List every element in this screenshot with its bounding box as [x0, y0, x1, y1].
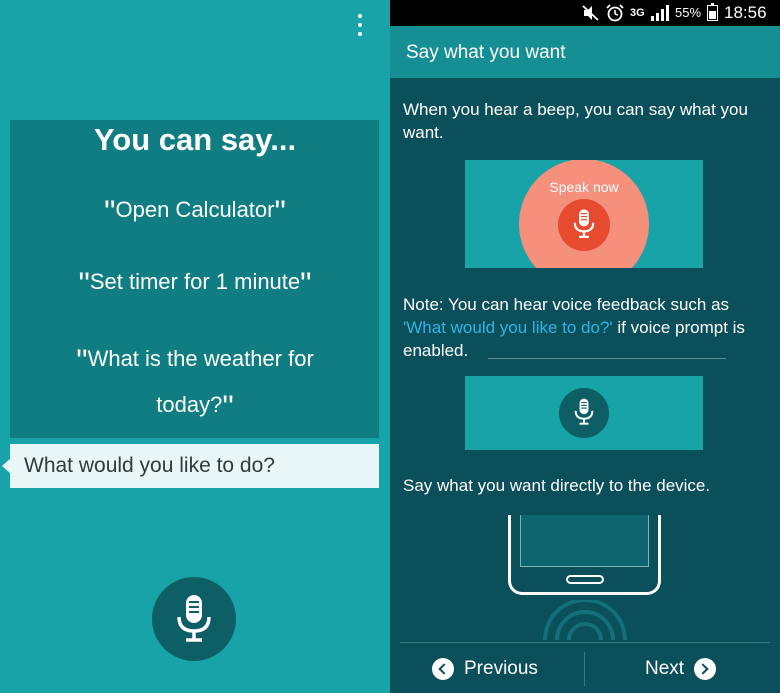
active-microphone	[558, 199, 610, 251]
previous-button[interactable]: Previous	[432, 654, 538, 684]
more-vert-icon[interactable]	[354, 14, 366, 40]
sound-waves-icon	[543, 600, 627, 640]
close-quote-icon: "	[222, 389, 234, 426]
direct-speech-text: Say what you want directly to the device…	[403, 476, 711, 495]
idle-microphone	[559, 388, 609, 438]
battery-percentage: 55%	[675, 5, 702, 20]
example-command: "What is the weather for today?"	[0, 338, 390, 431]
open-quote-icon: "	[78, 266, 90, 302]
status-bar: 3G 55% 18:56	[390, 0, 780, 26]
voice-prompt-screen: You can say... "Open Calculator" "Set ti…	[0, 0, 390, 693]
prompt-bubble: What would you like to do?	[10, 444, 379, 488]
example-text: today?	[156, 392, 223, 418]
next-button[interactable]: Next	[645, 654, 717, 684]
example-text: Set timer for 1 minute	[89, 269, 301, 294]
chevron-right-icon	[694, 658, 717, 680]
network-type: 3G	[630, 6, 645, 19]
speak-now-circle: Speak now	[519, 160, 649, 268]
signal-icon	[650, 5, 669, 21]
close-quote-icon: "	[300, 266, 312, 302]
speak-now-illustration: Speak now	[465, 160, 703, 268]
examples-title: You can say...	[93, 122, 297, 157]
button-divider	[584, 652, 585, 686]
speak-now-label: Speak now	[549, 179, 619, 195]
chevron-left-icon	[432, 658, 454, 680]
phone-illustration	[508, 515, 661, 595]
note-prefix: Note: You can hear voice feedback such a…	[403, 295, 730, 314]
alarm-icon	[606, 4, 624, 22]
phone-screen	[520, 515, 649, 567]
example-text: Open Calculator	[115, 197, 275, 222]
microphone-icon	[573, 209, 595, 238]
note-text: Note: You can hear voice feedback such a…	[403, 293, 773, 362]
close-quote-icon: "	[274, 194, 286, 230]
clock: 18:56	[724, 3, 767, 22]
microphone-button[interactable]	[152, 577, 236, 661]
open-quote-icon: "	[76, 343, 88, 379]
header-bar: Say what you want	[390, 26, 780, 78]
previous-label: Previous	[464, 658, 538, 679]
next-label: Next	[645, 658, 685, 679]
example-command: "Open Calculator"	[0, 194, 390, 231]
example-command: "Set timer for 1 minute"	[0, 266, 390, 303]
open-quote-icon: "	[104, 194, 116, 230]
intro-text: When you hear a beep, you can say what y…	[403, 100, 748, 142]
divider	[488, 358, 726, 359]
example-text: What is the weather for	[87, 346, 314, 371]
divider	[400, 642, 770, 643]
page-title: Say what you want	[406, 42, 566, 63]
note-link: 'What would you like to do?'	[403, 318, 613, 337]
microphone-icon	[574, 398, 594, 425]
mute-icon	[582, 5, 599, 21]
phone-home-button	[566, 575, 604, 584]
battery-icon	[707, 3, 718, 21]
microphone-illustration	[465, 376, 703, 450]
microphone-icon	[177, 595, 211, 642]
tutorial-screen: 3G 55% 18:56 Say what you want When you …	[390, 0, 780, 693]
